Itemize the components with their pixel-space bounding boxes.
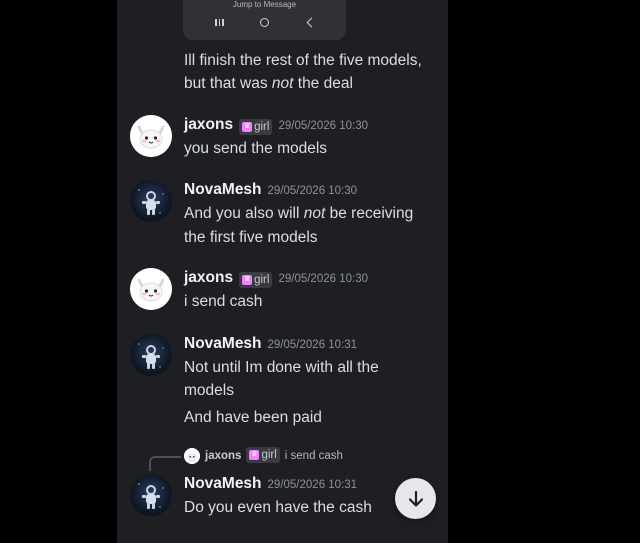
message-text: Do you even have the cash — [184, 499, 372, 516]
chat-panel: Jump to Message Ill finish the rest of t… — [117, 0, 448, 543]
back-icon — [299, 14, 321, 30]
message-text: Not until Im done with all the — [184, 359, 379, 376]
tag-icon: ♛ — [249, 450, 260, 460]
embedded-screenshot[interactable]: Jump to Message — [183, 0, 346, 40]
message-header: NovaMesh 29/05/2026 10:30 — [184, 181, 357, 199]
avatar[interactable] — [130, 334, 172, 376]
reply-text[interactable]: i send cash — [285, 450, 343, 462]
username[interactable]: NovaMesh — [184, 475, 262, 493]
message-text: the first five models — [184, 229, 318, 246]
message-text: And you also will not be receiving — [184, 205, 414, 222]
reply-connector — [149, 456, 181, 471]
timestamp: 29/05/2026 10:30 — [267, 185, 358, 197]
username[interactable]: jaxons — [184, 269, 233, 287]
message-header: NovaMesh 29/05/2026 10:31 — [184, 335, 357, 353]
server-tag[interactable]: ♛ girl — [239, 119, 273, 135]
timestamp: 29/05/2026 10:31 — [267, 479, 358, 491]
username[interactable]: jaxons — [184, 116, 233, 134]
message-header: NovaMesh 29/05/2026 10:31 — [184, 475, 357, 493]
embed-nav-bar — [183, 14, 346, 30]
avatar[interactable] — [130, 474, 172, 516]
avatar[interactable] — [130, 115, 172, 157]
arrow-down-icon — [408, 490, 423, 507]
jump-to-present-button[interactable] — [395, 478, 436, 519]
message-text: And have been paid — [184, 409, 322, 426]
username[interactable]: NovaMesh — [184, 335, 262, 353]
message-header: jaxons ♛ girl 29/05/2026 10:30 — [184, 116, 368, 136]
tag-icon: ♛ — [242, 275, 253, 285]
reply-reference[interactable]: jaxons ♛ girl i send cash — [184, 447, 343, 464]
timestamp: 29/05/2026 10:30 — [278, 273, 368, 285]
message-text: i send cash — [184, 293, 263, 310]
jump-to-message-label[interactable]: Jump to Message — [183, 0, 346, 9]
reply-avatar — [184, 448, 200, 464]
message-text: Ill finish the rest of the five models, — [184, 52, 422, 69]
avatar[interactable] — [130, 268, 172, 310]
server-tag[interactable]: ♛ girl — [246, 447, 280, 463]
timestamp: 29/05/2026 10:30 — [278, 120, 368, 132]
timestamp: 29/05/2026 10:31 — [267, 339, 358, 351]
reply-username[interactable]: jaxons — [205, 450, 241, 462]
username[interactable]: NovaMesh — [184, 181, 262, 199]
avatar[interactable] — [130, 180, 172, 222]
home-icon — [254, 14, 276, 30]
server-tag[interactable]: ♛ girl — [239, 272, 273, 288]
recents-icon — [209, 14, 231, 30]
tag-icon: ♛ — [242, 122, 253, 132]
message-text: but that was not the deal — [184, 75, 353, 92]
message-text: you send the models — [184, 140, 328, 157]
message-text: models — [184, 382, 234, 399]
message-header: jaxons ♛ girl 29/05/2026 10:30 — [184, 269, 368, 289]
